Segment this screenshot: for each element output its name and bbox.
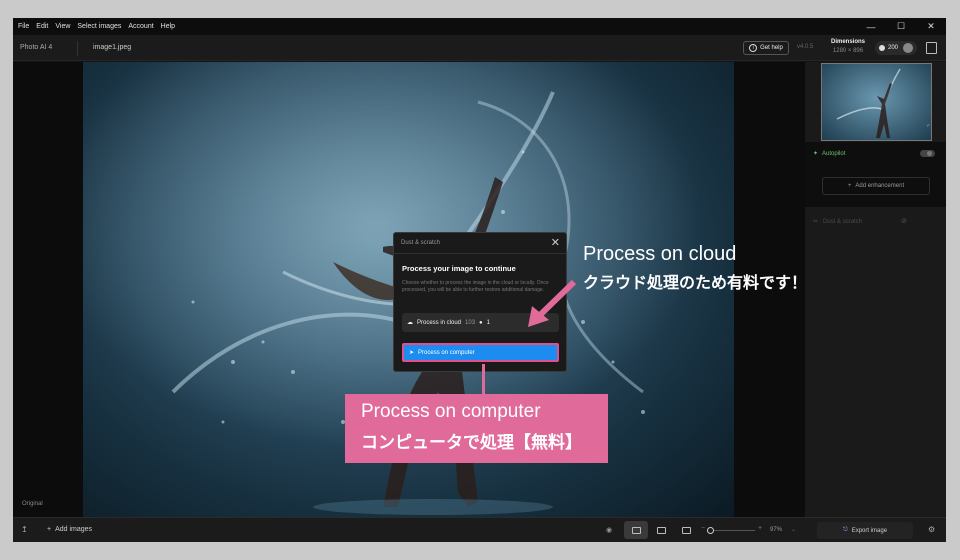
add-enhancement-label: Add enhancement (855, 183, 905, 189)
menu-edit[interactable]: Edit (36, 23, 48, 30)
cloud-cost: 103 (465, 319, 476, 326)
autopilot-toggle[interactable] (920, 150, 935, 157)
chevron-down-icon[interactable]: ⌄ (791, 526, 796, 533)
view-mode-label: Original (22, 501, 43, 507)
cloud-label: Process in cloud (417, 319, 462, 326)
version-label: v4.0.5 (797, 44, 814, 50)
credit-coin-icon (879, 45, 885, 51)
bottom-toolbar: ↥ + Add images ◉ − + 97% ⌄ ⎋ Export imag… (13, 517, 946, 542)
split-view-button[interactable] (674, 521, 698, 539)
avatar[interactable] (903, 43, 914, 53)
zoom-value[interactable]: 97% (770, 527, 782, 533)
cloud-credit-cost: 1 (486, 319, 491, 326)
close-icon[interactable]: ✕ (551, 236, 560, 249)
cloud-callout-en: Process on cloud (583, 243, 737, 265)
computer-label: Process on computer (418, 349, 475, 356)
right-panel: ⌜ ✦ Autopilot + Add enhancement ✏ Dust &… (805, 62, 946, 517)
divider (77, 41, 78, 56)
dust-scratch-row[interactable]: ✏ Dust & scratch ⊘ (813, 218, 933, 225)
dust-scratch-label: Dust & scratch (823, 218, 863, 225)
autopilot-row[interactable]: ✦ Autopilot (813, 150, 846, 158)
dimensions: Dimensions 1280 × 896 (825, 39, 871, 54)
navigator-thumbnail[interactable] (821, 63, 932, 141)
dialog-title: Dust & scratch (401, 240, 441, 246)
upload-icon[interactable]: ↥ (21, 525, 28, 534)
thumbnail-image (836, 68, 901, 138)
menu-bar: File Edit View Select images Account Hel… (13, 18, 946, 35)
sparkle-icon: ✦ (813, 151, 819, 157)
title-bar: Photo AI 4 image1.jpeg i Get help v4.0.5… (13, 35, 946, 61)
zoom-handle[interactable] (707, 527, 714, 534)
computer-callout-jp: コンピュータで処理【無料】 (361, 433, 582, 452)
dialog-heading: Process your image to continue (402, 264, 516, 273)
zoom-in-icon[interactable]: + (758, 525, 762, 532)
cloud-callout: Process on cloud クラウド処理のため有料です！ (583, 243, 807, 293)
crop-icon[interactable]: ⌜ (927, 124, 937, 134)
credits-badge[interactable]: 200 (875, 41, 917, 55)
computer-process-icon: ➤ (409, 350, 415, 356)
visibility-off-icon[interactable]: ⊘ (901, 217, 907, 225)
side-by-side-button[interactable] (649, 521, 673, 539)
settings-icon[interactable]: ⚙ (928, 525, 935, 534)
single-view-button[interactable] (624, 521, 648, 539)
dialog-description: Choose whether to process the image in t… (402, 280, 549, 293)
callout-connector (482, 364, 485, 395)
split-view-icon (681, 526, 691, 534)
zoom-slider[interactable] (707, 530, 755, 531)
get-help-label: Get help (760, 45, 783, 51)
brush-icon: ✏ (813, 219, 819, 225)
dimensions-label: Dimensions (830, 39, 865, 45)
menu-file[interactable]: File (18, 23, 29, 30)
computer-callout-en: Process on computer (361, 401, 541, 422)
plus-icon: + (847, 183, 852, 189)
info-icon: i (749, 44, 758, 52)
dialog-header: Dust & scratch ✕ (394, 233, 566, 254)
file-name[interactable]: image1.jpeg (93, 44, 131, 51)
process-in-cloud-button[interactable]: ☁ Process in cloud 103 ● 1 (402, 313, 559, 332)
minimize-icon[interactable]: — (856, 18, 886, 35)
side-by-side-icon (656, 526, 666, 534)
autopilot-label: Autopilot (822, 150, 846, 157)
eye-icon[interactable]: ◉ (606, 526, 612, 534)
process-dialog: Dust & scratch ✕ Process your image to c… (393, 232, 567, 372)
cloud-callout-jp: クラウド処理のため有料です！ (583, 275, 808, 292)
export-icon: ⎋ (842, 527, 848, 533)
export-image-button[interactable]: ⎋ Export image (817, 522, 913, 539)
cloud-icon: ☁ (407, 320, 413, 326)
export-label: Export image (851, 527, 888, 534)
panel-toggle-icon[interactable] (926, 42, 937, 54)
process-on-computer-button[interactable]: ➤ Process on computer (402, 343, 559, 362)
add-images-button[interactable]: + Add images (47, 526, 92, 533)
menu-select-images[interactable]: Select images (77, 23, 121, 30)
add-enhancement-button[interactable]: + Add enhancement (822, 177, 930, 195)
add-images-label: Add images (55, 526, 93, 533)
menu-account[interactable]: Account (128, 23, 153, 30)
close-icon[interactable]: ✕ (916, 18, 946, 35)
credit-coin-icon: ● (479, 319, 483, 326)
maximize-icon[interactable]: ☐ (886, 18, 916, 35)
menu-view[interactable]: View (55, 23, 70, 30)
plus-icon: + (47, 526, 52, 533)
credits-count: 200 (888, 45, 899, 51)
dimensions-value: 1280 × 896 (832, 48, 864, 54)
single-view-icon (631, 526, 641, 534)
app-name: Photo AI 4 (20, 44, 53, 51)
computer-callout: Process on computer コンピュータで処理【無料】 (345, 394, 608, 463)
zoom-out-icon[interactable]: − (701, 525, 705, 532)
menu-help[interactable]: Help (161, 23, 175, 30)
get-help-button[interactable]: i Get help (743, 41, 789, 55)
